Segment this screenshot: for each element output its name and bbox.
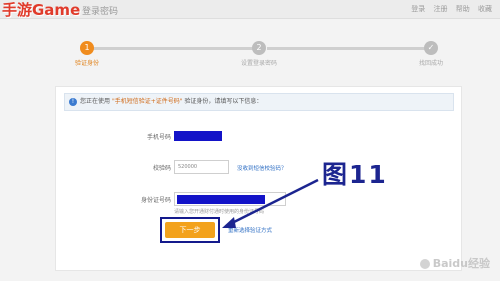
annotation-arrow: [222, 178, 319, 228]
watermark-text: Baidu经验: [432, 257, 490, 270]
arrow-line: [225, 178, 319, 228]
annotation-label: 图11: [322, 160, 388, 189]
watermark: Baidu经验: [419, 255, 490, 271]
arrow-head: [222, 217, 236, 228]
paw-icon: [419, 259, 430, 269]
